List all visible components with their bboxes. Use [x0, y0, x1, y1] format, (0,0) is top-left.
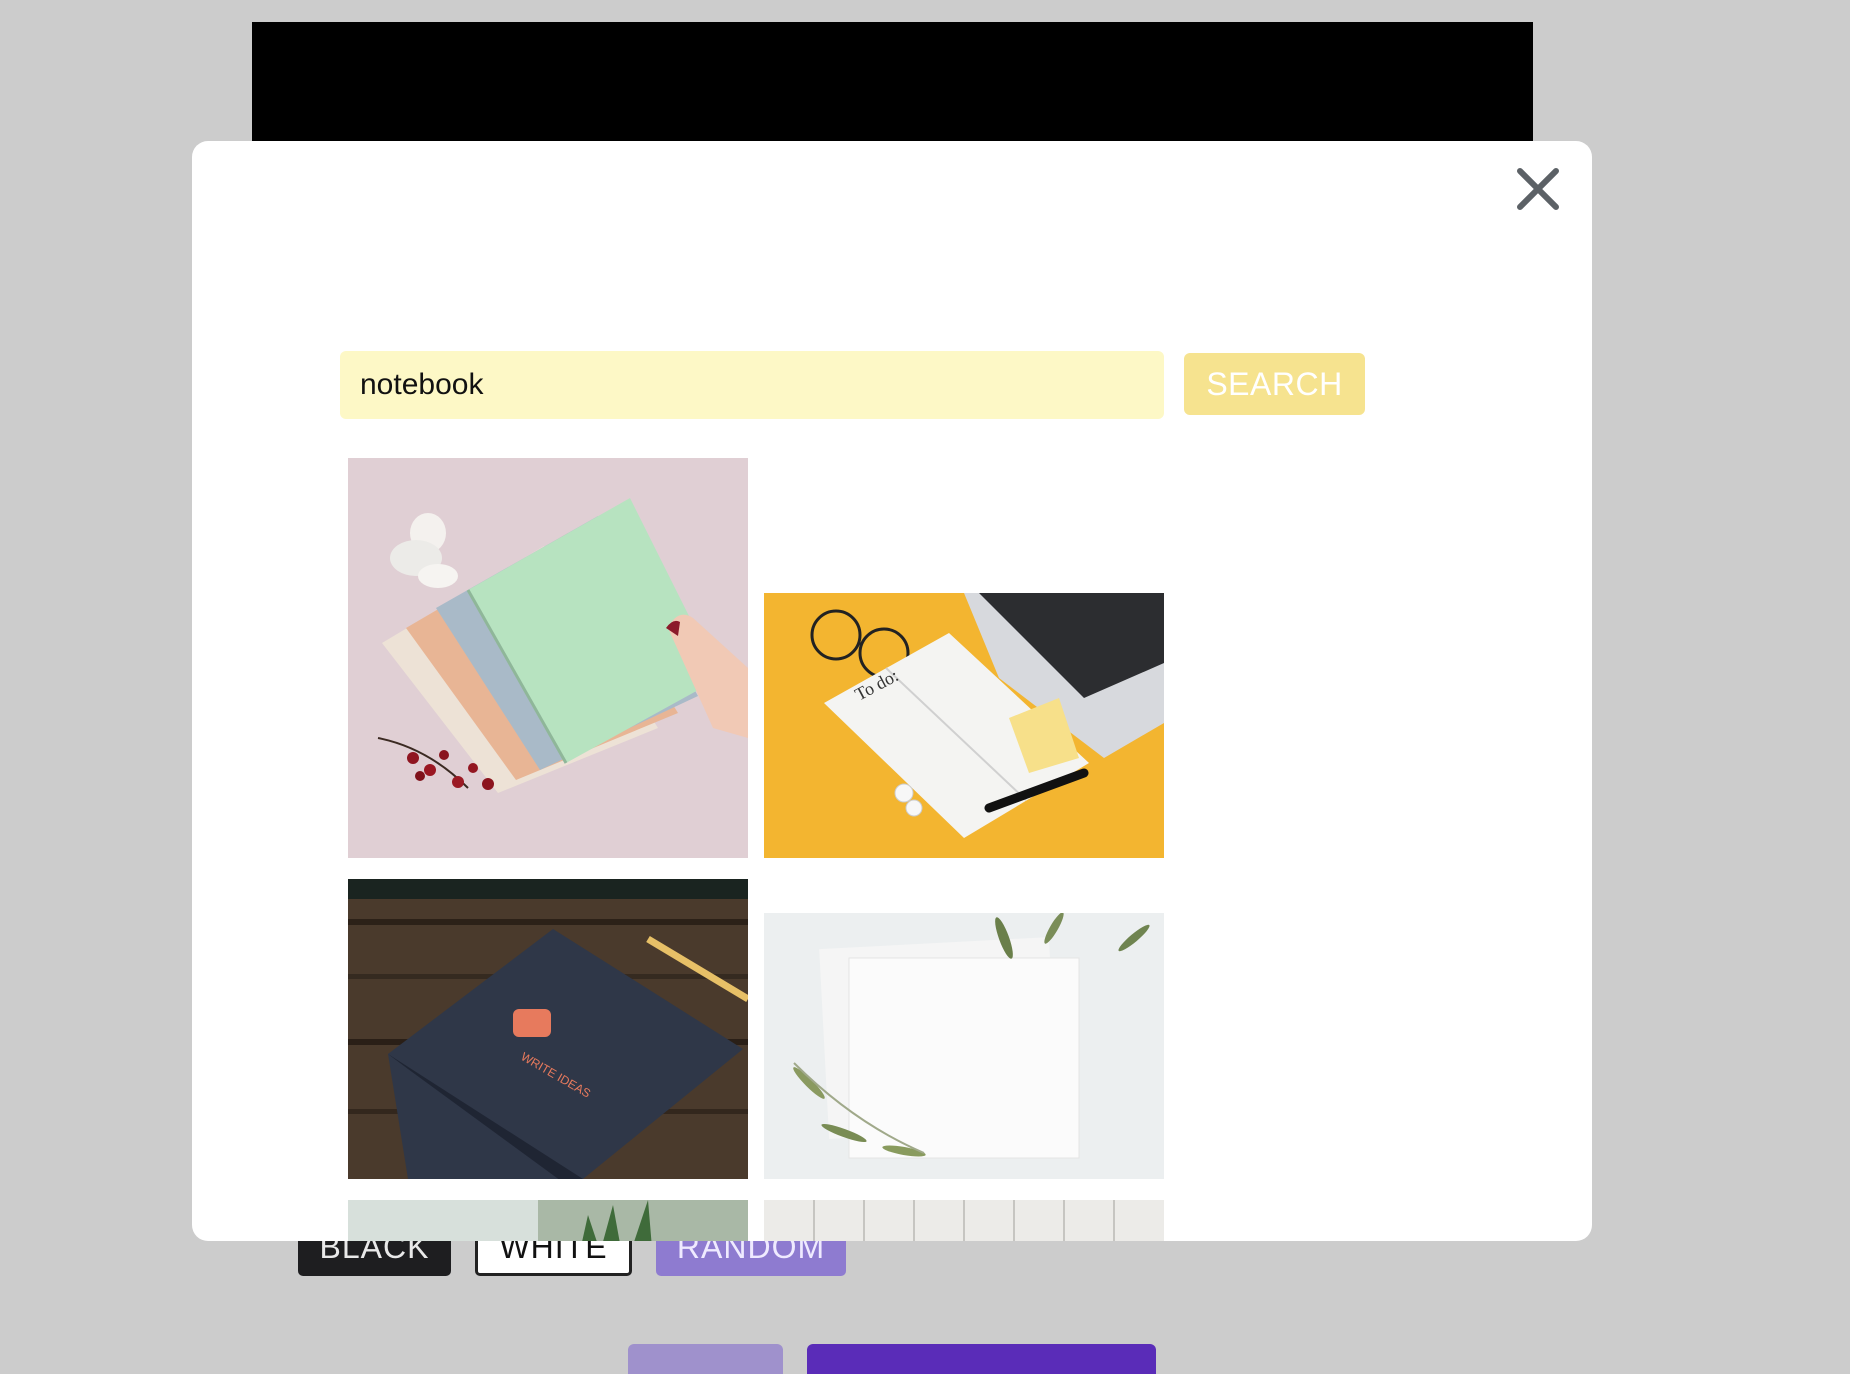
result-image-blank-paper[interactable]	[764, 913, 1164, 1179]
result-image-todo-notebook[interactable]: To do:	[764, 593, 1164, 858]
search-button[interactable]: SEARCH	[1184, 353, 1365, 415]
image-search-modal: SEARCH	[192, 141, 1592, 1241]
result-image-plant[interactable]	[348, 1200, 748, 1241]
search-input[interactable]	[340, 351, 1164, 419]
background-banner	[252, 22, 1533, 152]
close-icon[interactable]	[1512, 163, 1564, 215]
result-image-pastel-notebooks[interactable]	[348, 458, 748, 858]
result-image-white-wall[interactable]	[764, 1200, 1164, 1241]
result-image-dark-notebook[interactable]: WRITE IDEAS	[348, 879, 748, 1179]
primary-action-button[interactable]	[807, 1344, 1156, 1374]
secondary-action-button[interactable]	[628, 1344, 783, 1374]
